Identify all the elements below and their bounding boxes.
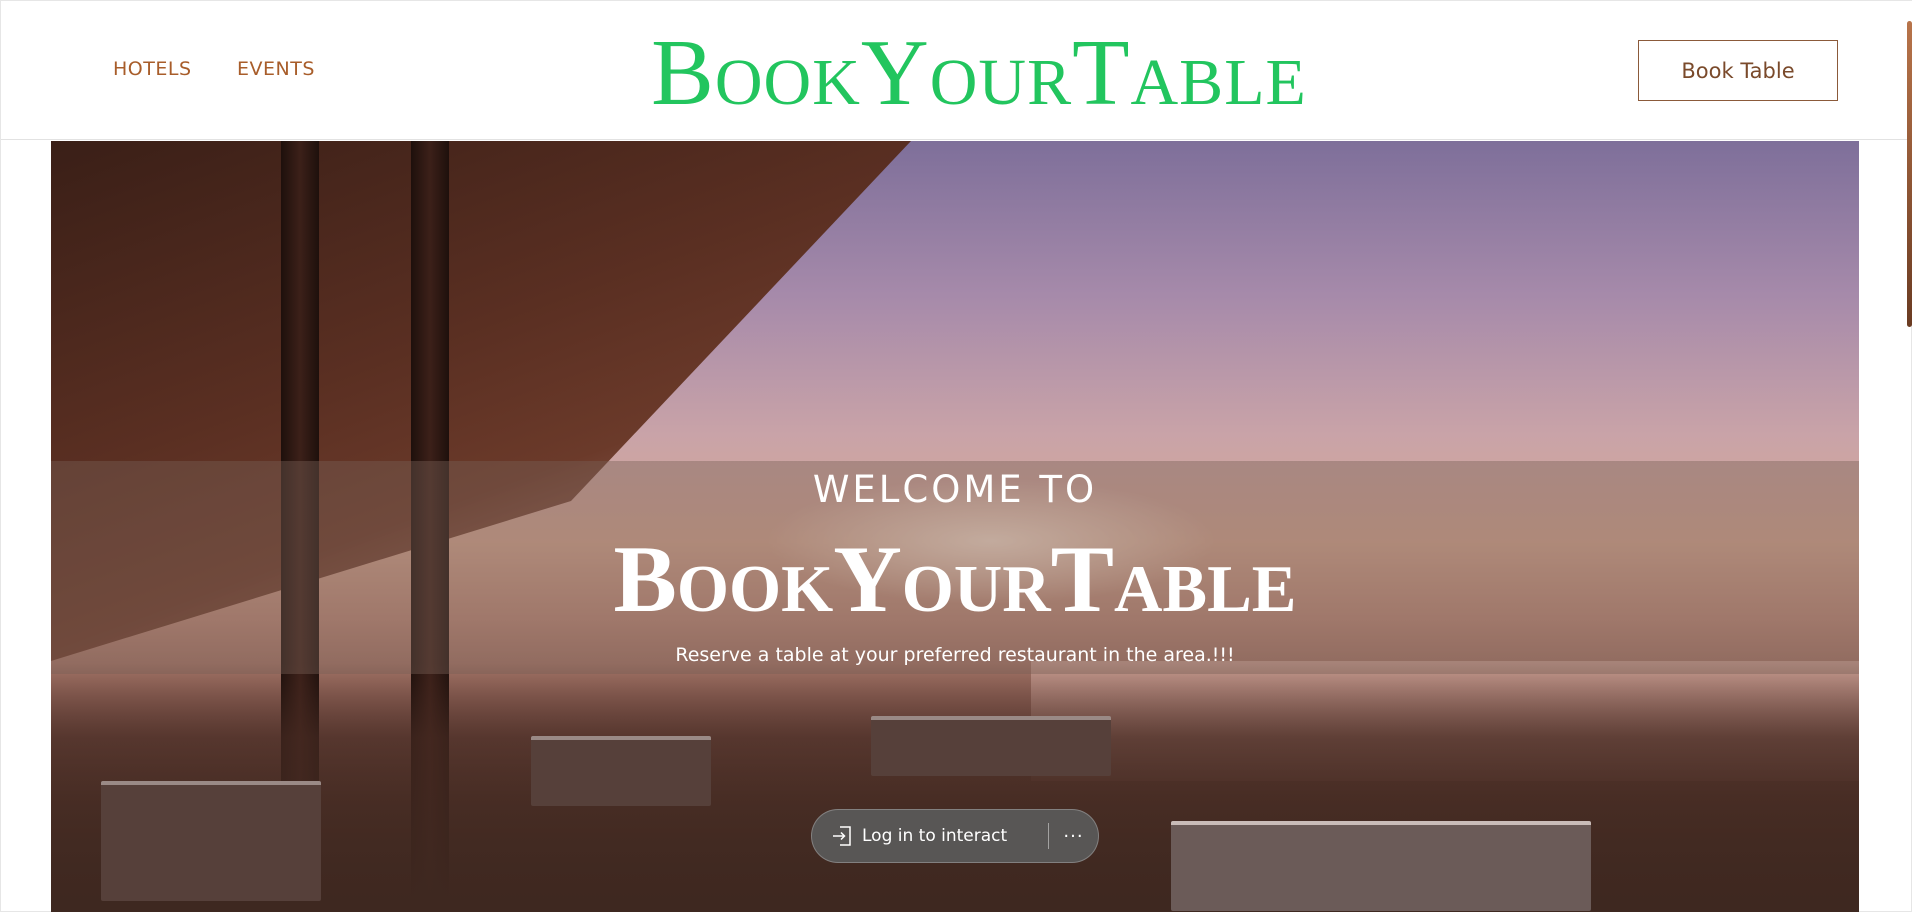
scrollbar-thumb[interactable] bbox=[1907, 21, 1912, 327]
site-header: HOTELS EVENTS BookYourTable Book Table bbox=[1, 1, 1912, 140]
more-dots-icon[interactable]: ··· bbox=[1049, 810, 1098, 862]
login-arrow-icon bbox=[830, 824, 854, 848]
login-bar: Log in to interact ··· bbox=[811, 809, 1099, 863]
login-button[interactable]: Log in to interact bbox=[812, 810, 1048, 862]
book-table-button[interactable]: Book Table bbox=[1638, 40, 1838, 101]
site-logo[interactable]: BookYourTable bbox=[587, 23, 1371, 123]
hero-table bbox=[871, 716, 1111, 776]
hero-title: BookYourTable bbox=[613, 526, 1297, 632]
nav-link-hotels[interactable]: HOTELS bbox=[113, 58, 192, 80]
hero-table bbox=[531, 736, 711, 806]
login-label: Log in to interact bbox=[862, 826, 1008, 846]
hero-table bbox=[1171, 821, 1591, 911]
hero-table bbox=[101, 781, 321, 901]
page: HOTELS EVENTS BookYourTable Book Table W… bbox=[0, 0, 1912, 912]
hero-banner: WELCOME TO BookYourTable Reserve a table… bbox=[51, 141, 1859, 912]
hero-subtitle: Reserve a table at your preferred restau… bbox=[675, 644, 1235, 666]
nav-link-events[interactable]: EVENTS bbox=[237, 58, 315, 80]
hero-welcome: WELCOME TO bbox=[812, 468, 1098, 511]
